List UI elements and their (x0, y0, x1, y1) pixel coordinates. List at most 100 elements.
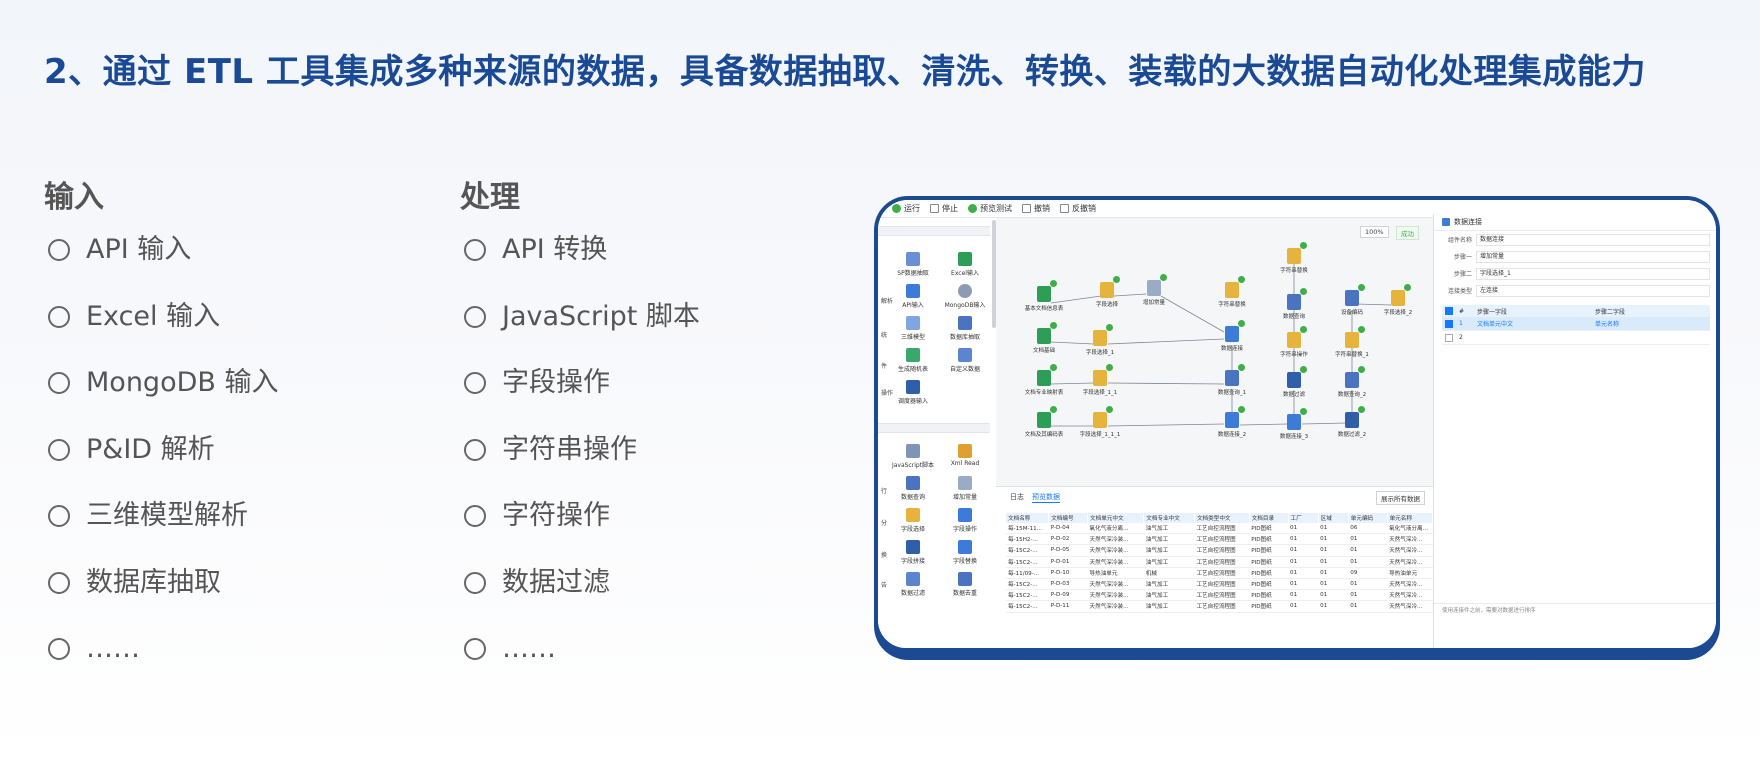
palette-item[interactable]: 自定义数据 (938, 348, 992, 373)
redo-button[interactable]: 反撤销 (1060, 203, 1096, 214)
column-header[interactable]: 文档名称 (1006, 513, 1050, 523)
table-row[interactable]: 每-15C2-... P-D-11 天然气深冷装... 油气加工 工艺自控流程图 PID图… (1006, 600, 1433, 613)
flow-node[interactable]: 基本文档信息表 (1014, 280, 1074, 312)
join-type-select[interactable]: 左连接 (1476, 284, 1710, 297)
flow-node[interactable]: 字符串操作 (1264, 326, 1324, 358)
undo-icon (1022, 204, 1031, 213)
palette-item[interactable]: 字段选择 (886, 508, 940, 533)
flow-node[interactable]: 字段选择_1_1_1 (1070, 406, 1130, 438)
palette-item[interactable]: 数据去重 (938, 572, 992, 597)
table-cell: 天然气深冷... (1387, 533, 1433, 546)
palette-item[interactable]: API输入 (886, 284, 940, 309)
flow-canvas[interactable]: 100% 成功 基本文档信息表 字段选择 增加常量 字符串替换 文档基础 字段选… (996, 218, 1433, 486)
palette-item[interactable]: SP数据抽取 (886, 252, 940, 277)
flow-node[interactable]: 数据查询_2 (1322, 366, 1382, 398)
zoom-button[interactable]: 100% (1360, 226, 1389, 238)
stop-button[interactable]: 停止 (930, 203, 958, 214)
palette-group-divider[interactable] (878, 423, 990, 433)
flow-node[interactable]: 数据过滤 (1264, 366, 1324, 398)
flow-node[interactable]: 数据查询 (1264, 288, 1324, 320)
table-cell: 天然气深冷... (1387, 544, 1433, 557)
undo-button[interactable]: 撤销 (1022, 203, 1050, 214)
check-icon (1404, 284, 1411, 291)
flow-node[interactable]: 字段选择_1_1 (1070, 364, 1130, 396)
palette-item[interactable]: 三维模型 (886, 316, 940, 341)
flow-node[interactable]: 增加常量 (1124, 274, 1184, 306)
select-all-checkbox[interactable] (1445, 307, 1453, 315)
palette-item[interactable]: 增加常量 (938, 476, 992, 501)
palette-item[interactable]: MongoDB输入 (938, 284, 992, 309)
flow-node[interactable]: 文档基础 (1014, 322, 1074, 354)
column-header[interactable]: 文档类型中文 (1194, 513, 1250, 523)
palette-item[interactable]: 字段替换 (938, 540, 992, 565)
palette-item[interactable]: JavaScript脚本 (886, 444, 940, 469)
table-row[interactable]: 每-15M-11... P-D-04 氧化气液分离... 油气加工 工艺自控流程图 PID… (1006, 523, 1433, 535)
check-icon (1300, 408, 1307, 415)
prop-row: 步骤二 字段选择_1 (1434, 265, 1716, 282)
palette-item[interactable]: 生成随机表 (886, 348, 940, 373)
properties-header: 数据连接 (1434, 214, 1716, 231)
flow-node[interactable]: 文档及其编码表 (1014, 406, 1074, 438)
column-header[interactable]: 区域 (1318, 513, 1349, 523)
table-cell: 油气加工 (1143, 544, 1195, 557)
show-all-data-button[interactable]: 展示所有数据 (1376, 491, 1425, 505)
field-select-icon (1391, 284, 1411, 306)
table-cell: P-D-05 (1048, 544, 1088, 557)
cube-icon (906, 316, 920, 330)
row-checkbox[interactable] (1445, 333, 1453, 342)
palette-item[interactable]: Xml Read (938, 444, 992, 467)
table-row[interactable]: 每-15C2-... P-D-05 天然气深冷装... 油气加工 工艺自控流程图 PID图… (1006, 544, 1433, 557)
flow-node[interactable]: 字符串替换 (1202, 276, 1262, 308)
table-row[interactable]: 每-15C2-... P-D-09 天然气深冷装... 油气加工 工艺自控流程图 PID图… (1006, 589, 1433, 602)
preview-test-button[interactable]: 预览测试 (968, 203, 1012, 214)
scheduler-icon (906, 380, 920, 394)
join-icon (1225, 406, 1245, 428)
run-button[interactable]: 运行 (892, 203, 920, 214)
table-cell: PID图纸 (1249, 578, 1289, 591)
table-row[interactable]: 2 (1442, 330, 1710, 345)
table-row[interactable]: 1 文档单元中文 单元名称 (1442, 317, 1710, 331)
table-row[interactable]: 每-11/09-... P-D-10 导热油单元 机械 工艺自控流程图 PID图纸 01 01… (1006, 567, 1433, 579)
palette-item[interactable]: Excel输入 (938, 252, 992, 277)
list-item: 三维模型解析 (44, 498, 278, 565)
table-cell: 油气加工 (1143, 523, 1195, 535)
flow-node[interactable]: 数据查询_1 (1202, 364, 1262, 396)
flow-node[interactable]: 数据连接_3 (1264, 408, 1324, 440)
palette-item[interactable]: 数据过滤 (886, 572, 940, 597)
table-cell: PID图纸 (1249, 523, 1289, 535)
column-header[interactable]: 文档专业中文 (1143, 513, 1195, 523)
flow-node[interactable]: 文档专业映射表 (1014, 364, 1074, 396)
table-cell: 01 (1348, 533, 1388, 546)
table-row[interactable]: 每-15H2-... P-D-02 天然气深冷装... 油气加工 工艺自控流程图 PID图… (1006, 533, 1433, 546)
palette-item[interactable]: 字段操作 (938, 508, 992, 533)
tab-log[interactable]: 日志 (1010, 492, 1024, 502)
column-header[interactable]: 文档目录 (1249, 513, 1289, 523)
column-header[interactable]: 文档单元中文 (1087, 513, 1145, 523)
table-row[interactable]: 每-15C2-... P-D-03 天然气深冷装... 油气加工 工艺自控流程图 PID图… (1006, 578, 1433, 591)
column-header[interactable]: 工厂 (1288, 513, 1319, 523)
list-item: API 输入 (44, 232, 278, 299)
step-one-select[interactable]: 增加常量 (1476, 250, 1710, 263)
palette-item[interactable]: 调度器输入 (886, 380, 940, 405)
flow-node[interactable]: 字段选择_1 (1070, 324, 1130, 356)
flow-node[interactable]: 字符串替换_1 (1322, 326, 1382, 358)
table-cell: 每-11/09-... (1006, 567, 1049, 579)
column-header[interactable]: 文档编号 (1048, 513, 1089, 523)
table-row[interactable]: 每-15C2-... P-D-01 天然气深冷装... 油气加工 工艺自控流程图 PID图… (1006, 556, 1433, 568)
flow-node[interactable]: 字段选择_2 (1368, 284, 1428, 316)
flow-node[interactable]: 字符串替换 (1264, 242, 1324, 274)
flow-node[interactable]: 数据连接_2 (1202, 406, 1262, 438)
column-header[interactable]: 单元编码 (1348, 513, 1388, 523)
column-header[interactable]: 单元名称 (1387, 513, 1434, 523)
tab-preview-data[interactable]: 预览数据 (1032, 492, 1060, 503)
palette-item[interactable]: 数据库抽取 (938, 316, 992, 341)
row-checkbox[interactable] (1445, 319, 1453, 328)
flow-node[interactable]: 数据连接 (1202, 320, 1262, 352)
palette-item[interactable]: 数据查询 (886, 476, 940, 501)
table-cell: 天然气深冷装... (1087, 544, 1144, 557)
palette-item[interactable]: 字段拼接 (886, 540, 940, 565)
palette-group-divider[interactable] (878, 226, 990, 236)
flow-node[interactable]: 数据过滤_2 (1322, 406, 1382, 438)
step-two-select[interactable]: 字段选择_1 (1476, 267, 1710, 280)
component-name-field[interactable]: 数据连接 (1476, 233, 1710, 246)
